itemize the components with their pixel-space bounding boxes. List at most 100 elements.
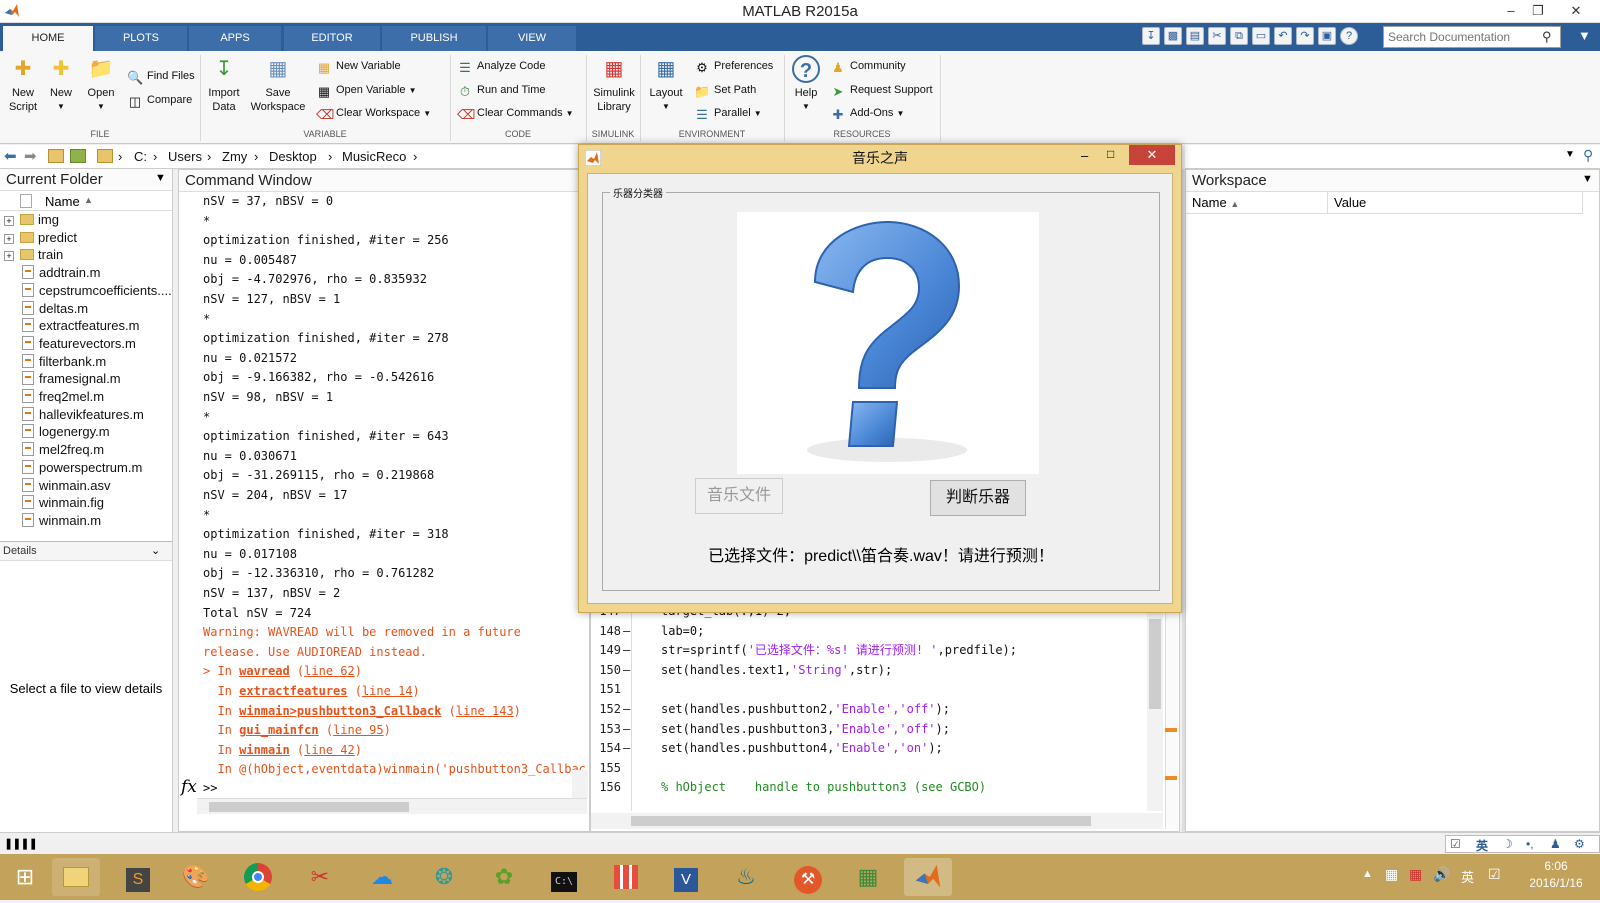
ime-punctuation-icon[interactable]: •, (1526, 837, 1534, 851)
new-variable-button[interactable]: ▦ New Variable (316, 56, 401, 76)
command-window[interactable]: Command Window nSV = 37, nBSV = 0 * optimi… (178, 169, 590, 832)
expand-icon[interactable]: + (4, 233, 14, 244)
file-item[interactable]: addtrain.m (0, 264, 100, 282)
file-item[interactable]: extractfeatures.m (0, 317, 139, 335)
expand-icon[interactable]: + (4, 251, 14, 262)
column-header-name[interactable]: Name (45, 194, 80, 209)
breakpoint-marker[interactable]: – (623, 699, 630, 719)
parrot-app-icon[interactable]: ✿ (480, 858, 528, 896)
trace-function-link[interactable]: winmain (239, 743, 290, 757)
filter-icon[interactable]: ▼ (1578, 28, 1591, 43)
compare-button[interactable]: ◫ Compare (127, 90, 192, 110)
music-file-button[interactable]: 音乐文件 (695, 478, 783, 514)
trace-line-link[interactable]: line 62 (304, 664, 355, 678)
editor-panel[interactable]: 147–target_lab(:,1)=2;148–lab=0;149–str=… (590, 600, 1180, 832)
panel-actions-icon[interactable]: ▼ (1582, 173, 1593, 185)
code-line[interactable]: 151 (591, 679, 1147, 699)
new-script-button[interactable]: ✚ New Script (6, 55, 40, 114)
code-line[interactable]: 152– set(handles.pushbutton2,'Enable','of… (591, 699, 1147, 719)
clear-commands-button[interactable]: ⌫ Clear Commands ▼ (457, 103, 574, 123)
details-header[interactable]: Details ⌄ (0, 541, 172, 561)
ime-user-icon[interactable]: ♟ (1550, 837, 1561, 851)
horizontal-scrollbar[interactable] (197, 798, 587, 814)
back-icon[interactable]: ⬅ (4, 147, 17, 165)
clock[interactable]: 6:06 2016/1/16 (1520, 858, 1592, 892)
quick-access-undo-icon[interactable]: ↶ (1274, 27, 1292, 45)
parallel-button[interactable]: ☰ Parallel ▼ (694, 103, 762, 123)
breadcrumb-item[interactable]: C: (134, 149, 147, 164)
breakpoint-marker[interactable]: – (623, 719, 630, 739)
warning-marker[interactable] (1165, 776, 1177, 780)
quick-access-cut-icon[interactable]: ✂ (1208, 27, 1226, 45)
code-analyzer-bar[interactable] (1165, 601, 1179, 829)
set-path-button[interactable]: 📁 Set Path (694, 80, 756, 100)
chrome-icon[interactable] (234, 858, 282, 896)
snipping-tool-icon[interactable]: ✂ (296, 858, 344, 896)
column-header-name[interactable]: Name ▲ (1186, 192, 1328, 214)
trace-line-link[interactable]: line 95 (333, 723, 384, 737)
quick-access-help-icon[interactable]: ? (1340, 27, 1358, 45)
code-line[interactable]: 156 % hObject handle to pushbutton3 (see … (591, 777, 1147, 797)
open-button[interactable]: 📁 Open ▼ (84, 55, 118, 114)
address-dropdown-icon[interactable]: ▼ (1565, 149, 1575, 160)
trace-function-link[interactable]: winmain>pushbutton3_Callback (239, 704, 441, 718)
code-line[interactable]: 155 (591, 758, 1147, 778)
code-line[interactable]: 154– set(handles.pushbutton4,'Enable','on… (591, 738, 1147, 758)
quick-access-redo-icon[interactable]: ↷ (1296, 27, 1314, 45)
quick-access-paste-icon[interactable]: ▭ (1252, 27, 1270, 45)
dialog-close-icon[interactable]: ✕ (1129, 145, 1175, 165)
quick-access-download-icon[interactable]: ↧ (1142, 27, 1160, 45)
breakpoint-marker[interactable]: – (623, 660, 630, 680)
save-workspace-button[interactable]: ▦ Save Workspace (247, 55, 309, 114)
code-line[interactable]: 150– set(handles.text1,'String',str); (591, 660, 1147, 680)
browse-folder-icon[interactable] (70, 149, 86, 163)
file-item[interactable]: filterbank.m (0, 353, 106, 371)
expand-icon[interactable]: + (4, 216, 14, 226)
help-button[interactable]: ? Help ▼ (790, 55, 822, 114)
start-windows-icon[interactable]: ⊞ (0, 858, 50, 896)
tab-home[interactable]: HOME (3, 26, 93, 51)
breakpoint-marker[interactable]: – (623, 738, 630, 758)
cloud-sync-icon[interactable]: ☁ (358, 858, 406, 896)
community-button[interactable]: ♟ Community (830, 56, 905, 76)
file-item[interactable]: powerspectrum.m (0, 459, 142, 477)
ime-toolbar[interactable]: ☑ 英 ☽ •, ♟ ⚙ (1445, 835, 1600, 853)
trace-line-link[interactable]: line 14 (362, 684, 413, 698)
column-header-value[interactable]: Value (1328, 192, 1583, 214)
file-item[interactable]: winmain.asv (0, 477, 111, 495)
simulink-library-button[interactable]: ▦ Simulink Library (592, 55, 636, 114)
clear-workspace-button[interactable]: ⌫ Clear Workspace ▼ (316, 103, 431, 123)
archive-icon[interactable]: ▦ (844, 858, 892, 896)
dialog-maximize-icon[interactable]: □ (1107, 147, 1114, 161)
up-folder-icon[interactable] (48, 149, 64, 163)
trace-function-link[interactable]: extractfeatures (239, 684, 347, 698)
mysql-workbench-icon[interactable]: ♨ (722, 858, 770, 896)
network-icon[interactable]: ▦ (1409, 866, 1422, 883)
visio-icon[interactable]: V (662, 858, 710, 896)
breadcrumb-item[interactable]: Desktop (269, 149, 317, 164)
app-launcher-icon[interactable] (602, 858, 650, 896)
tab-editor[interactable]: EDITOR (284, 26, 380, 51)
code-line[interactable]: 148– lab=0; (591, 621, 1147, 641)
editor-vertical-scrollbar[interactable] (1147, 601, 1163, 811)
breadcrumb-item[interactable]: Users (168, 149, 202, 164)
file-item[interactable]: logenergy.m (0, 423, 110, 441)
layout-button[interactable]: ▦ Layout ▼ (646, 55, 686, 114)
quick-access-switch-windows-icon[interactable]: ▣ (1318, 27, 1336, 45)
tab-publish[interactable]: PUBLISH (382, 26, 486, 51)
paint-icon[interactable]: 🎨 (172, 858, 220, 896)
file-item[interactable]: hallevikfeatures.m (0, 406, 144, 424)
quick-access-save-icon[interactable]: ▤ (1186, 27, 1204, 45)
file-explorer-icon[interactable] (52, 858, 100, 896)
breadcrumb-item[interactable]: Zmy (222, 149, 247, 164)
trace-function-link[interactable]: wavread (239, 664, 290, 678)
trace-function-link[interactable]: gui_mainfcn (239, 723, 318, 737)
add-ons-button[interactable]: ✚ Add-Ons ▼ (830, 103, 905, 123)
trace-line-link[interactable]: line 143 (456, 704, 514, 718)
quick-access-copy-icon[interactable]: ⧉ (1230, 27, 1248, 45)
action-center-icon[interactable]: ▦ (1385, 866, 1398, 883)
ime-lang[interactable]: 英 (1476, 837, 1488, 854)
scrollbar-thumb[interactable] (1149, 619, 1161, 709)
analyze-code-button[interactable]: ☰ Analyze Code (457, 56, 545, 76)
forward-icon[interactable]: ➡ (24, 147, 37, 165)
